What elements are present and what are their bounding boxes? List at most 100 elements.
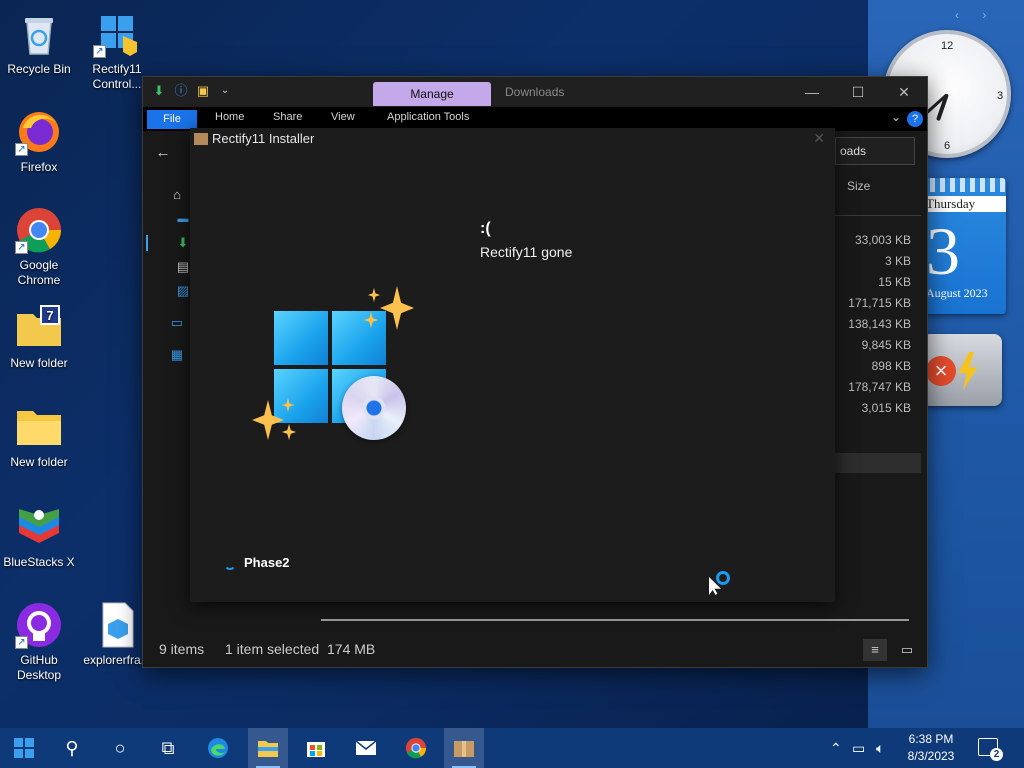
folder-icon bbox=[15, 403, 63, 451]
taskbar-store[interactable] bbox=[296, 728, 336, 768]
sparkle-icon bbox=[368, 288, 380, 302]
gadget-nav[interactable]: ‹ › bbox=[955, 8, 996, 22]
taskbar-edge[interactable] bbox=[198, 728, 238, 768]
file-size[interactable]: 138,143 KB bbox=[848, 317, 911, 331]
firefox-icon: ↗ bbox=[15, 108, 63, 156]
header-divider bbox=[835, 215, 921, 216]
desktop-icon-label: Firefox bbox=[20, 160, 58, 174]
desktop-icon-bluestacks[interactable]: BlueStacks X bbox=[0, 503, 78, 570]
taskbar-installer[interactable] bbox=[444, 728, 484, 768]
taskbar-time: 6:38 PM bbox=[908, 732, 954, 746]
tab-manage[interactable]: Manage bbox=[373, 82, 491, 106]
tab-file[interactable]: File bbox=[147, 110, 197, 129]
file-size[interactable]: 898 KB bbox=[872, 359, 911, 373]
desktop-icon-label: BlueStacks X bbox=[3, 555, 75, 569]
download-icon[interactable]: ⬇ bbox=[151, 83, 167, 99]
this-pc-icon[interactable]: ▭ bbox=[169, 315, 185, 331]
status-message: Rectify11 gone bbox=[480, 244, 573, 260]
window-title: Downloads bbox=[505, 85, 565, 99]
calendar-rings bbox=[930, 178, 1006, 192]
minimize-button[interactable]: — bbox=[789, 77, 835, 107]
file-size[interactable]: 9,845 KB bbox=[862, 338, 911, 352]
store-icon bbox=[307, 742, 325, 757]
search-button[interactable]: ⚲ bbox=[52, 728, 92, 768]
shortcut-arrow-icon: ↗ bbox=[93, 45, 106, 58]
taskbar: ⚲ ○ ⧉ ⌃ ▭ 🔈︎ 6:38 PM 8/3/2023 2 bbox=[0, 728, 1024, 768]
file-size[interactable]: 3,015 KB bbox=[862, 401, 911, 415]
file-size[interactable]: 3 KB bbox=[885, 254, 911, 268]
tab-home[interactable]: Home bbox=[215, 111, 244, 123]
taskbar-chrome[interactable] bbox=[396, 728, 436, 768]
phase-label: Phase2 bbox=[244, 555, 290, 570]
battery-gadget[interactable]: × bbox=[922, 334, 1002, 406]
expand-ribbon-icon[interactable]: ⌄ bbox=[891, 110, 901, 124]
file-explorer-icon bbox=[258, 741, 278, 757]
desktop-icon-chrome[interactable]: ↗ Google Chrome bbox=[0, 206, 78, 288]
pictures-nav-icon[interactable]: ▨ bbox=[175, 283, 191, 299]
selected-indicator bbox=[146, 235, 148, 251]
file-size[interactable]: 171,715 KB bbox=[848, 296, 911, 310]
taskbar-file-explorer[interactable] bbox=[248, 728, 288, 768]
taskbar-clock[interactable]: 6:38 PM 8/3/2023 bbox=[898, 731, 964, 765]
lightning-bolt-icon bbox=[958, 352, 978, 390]
notification-count-badge: 2 bbox=[990, 748, 1003, 761]
cortana-button[interactable]: ○ bbox=[100, 728, 140, 768]
desktop-icon-github[interactable]: ↗ GitHub Desktop bbox=[0, 601, 78, 683]
desktop-icon-new-folder-1[interactable]: 7 New folder bbox=[0, 304, 78, 371]
windows-start-icon bbox=[14, 738, 34, 758]
close-button[interactable]: ✕ bbox=[881, 77, 927, 107]
desktop-icon-recycle-bin[interactable]: Recycle Bin bbox=[0, 10, 78, 77]
task-view-button[interactable]: ⧉ bbox=[148, 728, 188, 768]
rectify11-installer-window[interactable]: Rectify11 Installer ✕ :( Rectify11 gone … bbox=[190, 128, 835, 602]
calendar-month-year: August 2023 bbox=[926, 286, 988, 300]
home-icon[interactable]: ⌂ bbox=[169, 187, 185, 203]
documents-nav-icon[interactable]: ▤ bbox=[175, 259, 191, 275]
network-icon[interactable]: ▦ bbox=[169, 347, 185, 363]
file-size[interactable]: 15 KB bbox=[878, 275, 911, 289]
show-hidden-icons-chevron-icon[interactable]: ⌃ bbox=[830, 728, 842, 768]
desktop-icon-label: Recycle Bin bbox=[7, 62, 71, 76]
chrome-icon bbox=[405, 737, 427, 759]
back-arrow-icon[interactable]: ← bbox=[155, 145, 171, 161]
search-box[interactable]: oads bbox=[835, 137, 915, 165]
customize-qat-icon[interactable]: ⌄ bbox=[217, 83, 233, 99]
tab-share[interactable]: Share bbox=[273, 111, 302, 123]
file-size[interactable]: 33,003 KB bbox=[855, 233, 911, 247]
bluestacks-icon bbox=[15, 503, 63, 551]
maximize-button[interactable]: ☐ bbox=[835, 77, 881, 107]
status-selected: 1 item selected bbox=[225, 641, 320, 657]
calendar-day-name: Thursday bbox=[922, 196, 1006, 212]
installer-package-icon bbox=[194, 133, 208, 145]
downloads-nav-icon[interactable]: ⬇ bbox=[175, 235, 191, 251]
quick-access-toolbar: ⬇ ⓘ ▣ ⌄ bbox=[151, 83, 233, 99]
desktop-icon-new-folder-2[interactable]: New folder bbox=[0, 403, 78, 470]
tab-application-tools[interactable]: Application Tools bbox=[387, 111, 469, 123]
mail-icon bbox=[355, 740, 377, 755]
battery-error-icon: × bbox=[926, 356, 956, 386]
chrome-icon: ↗ bbox=[15, 206, 63, 254]
file-icon bbox=[93, 601, 141, 649]
details-view-button[interactable]: ≡ bbox=[863, 639, 887, 661]
new-folder-icon[interactable]: ▣ bbox=[195, 83, 211, 99]
desktop-icon-label: Google Chrome bbox=[17, 258, 61, 287]
status-selected-size: 174 MB bbox=[327, 641, 376, 657]
start-button[interactable] bbox=[4, 728, 44, 768]
horizontal-scrollbar[interactable] bbox=[321, 619, 909, 621]
edge-icon bbox=[208, 738, 228, 758]
large-icons-view-button[interactable]: ▭ bbox=[895, 639, 919, 661]
column-header-size[interactable]: Size bbox=[847, 179, 870, 193]
desktop-nav-icon[interactable]: ▬ bbox=[175, 211, 191, 227]
volume-icon[interactable]: 🔈︎ bbox=[876, 728, 884, 768]
taskbar-mail[interactable] bbox=[346, 728, 386, 768]
title-bar[interactable]: ⬇ ⓘ ▣ ⌄ Manage Downloads — ☐ ✕ bbox=[143, 77, 927, 107]
network-tray-icon[interactable]: ▭ bbox=[852, 728, 865, 768]
desktop-icon-label: GitHub Desktop bbox=[16, 653, 62, 682]
shortcut-arrow-icon: ↗ bbox=[15, 143, 28, 156]
help-icon[interactable]: ? bbox=[907, 111, 923, 127]
desktop-icon-firefox[interactable]: ↗ Firefox bbox=[0, 108, 78, 175]
calendar-gadget[interactable]: Thursday 3 August 2023 bbox=[922, 178, 1006, 314]
file-size[interactable]: 178,747 KB bbox=[848, 380, 911, 394]
installer-close-button[interactable]: ✕ bbox=[813, 130, 825, 147]
properties-icon[interactable]: ⓘ bbox=[173, 83, 189, 99]
tab-view[interactable]: View bbox=[331, 111, 355, 123]
